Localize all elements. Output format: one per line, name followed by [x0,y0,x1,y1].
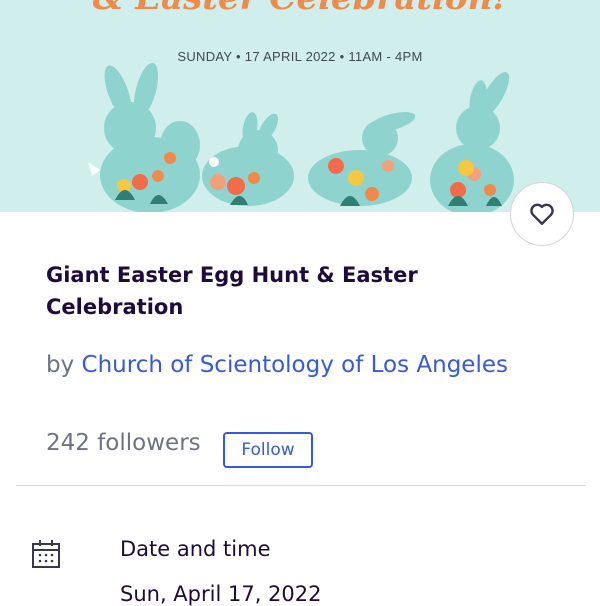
event-date: Sun, April 17, 2022 [120,582,322,606]
organizer-prefix: by [46,352,75,378]
follow-button[interactable]: Follow [223,432,313,468]
bunny-3 [308,112,416,206]
calendar-icon [32,540,60,568]
date-time-heading: Date and time [120,537,271,561]
like-button[interactable] [510,182,574,246]
followers-count: 242 followers [46,430,201,456]
bunny-4 [430,72,514,212]
bunny-illustration [88,62,514,212]
divider [16,485,586,486]
heart-icon [530,203,554,225]
event-title: Giant Easter Egg Hunt & Easter Celebrati… [46,263,418,319]
organizer-link[interactable]: Church of Scientology of Los Angeles [82,352,508,378]
organizer-line: by Church of Scientology of Los Angeles [46,346,516,384]
event-banner: & Easter Celebration! SUNDAY • 17 APRIL … [0,0,600,212]
bunny-2 [202,112,294,206]
bunny-1 [88,62,200,212]
